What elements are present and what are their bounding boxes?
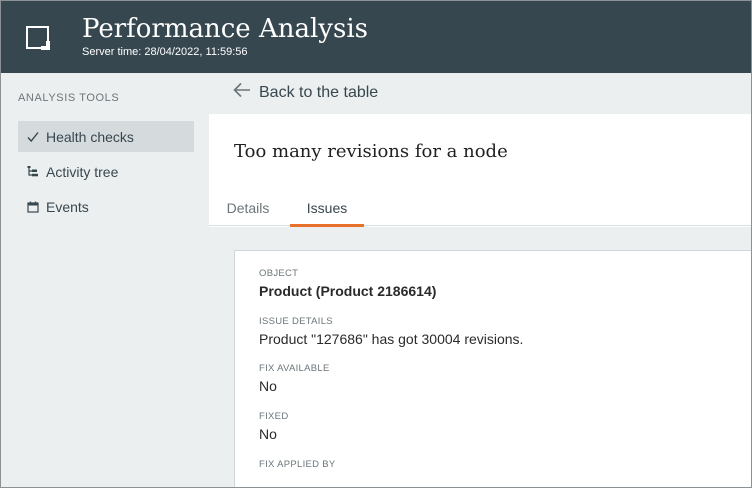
sidebar: ANALYSIS TOOLS Health checks Activity tr… [1,73,209,487]
sidebar-item-health-checks[interactable]: Health checks [18,121,194,152]
sidebar-item-activity-tree[interactable]: Activity tree [18,156,194,187]
page-title: Too many revisions for a node [234,141,508,162]
issue-details-value: Product "127686" has got 30004 revisions… [259,331,524,347]
tab-issues[interactable]: Issues [290,200,364,227]
app-header: Performance Analysis Server time: 28/04/… [1,1,751,73]
sidebar-item-label: Activity tree [46,163,119,180]
fixed-value: No [259,426,277,442]
tab-label: Issues [306,200,348,216]
sidebar-section-label: ANALYSIS TOOLS [18,92,120,104]
sidebar-item-label: Events [46,198,89,215]
tab-label: Details [226,200,270,216]
tab-details[interactable]: Details [226,200,270,226]
arrow-left-icon [233,82,251,103]
issue-details-label: ISSUE DETAILS [259,316,333,327]
server-time: Server time: 28/04/2022, 11:59:56 [82,46,248,58]
app-window: Performance Analysis Server time: 28/04/… [0,0,752,488]
issue-card: OBJECT Product (Product 2186614) ISSUE D… [234,250,751,487]
back-link-label: Back to the table [259,83,379,101]
back-to-table-link[interactable]: Back to the table [233,82,378,103]
tab-bar: Details Issues [209,200,751,227]
check-icon [22,129,44,145]
app-title: Performance Analysis [82,14,368,44]
fix-applied-by-label: FIX APPLIED BY [259,459,336,470]
fixed-label: FIXED [259,411,289,422]
sidebar-item-events[interactable]: Events [18,191,194,222]
fix-available-label: FIX AVAILABLE [259,363,330,374]
tree-icon [22,164,44,180]
back-bar: Back to the table [209,73,751,114]
main-content: Too many revisions for a node Details Is… [209,114,751,487]
calendar-icon [22,199,44,215]
fix-available-value: No [259,378,277,394]
window-square-icon[interactable] [25,25,50,50]
object-label: OBJECT [259,268,299,279]
sidebar-item-label: Health checks [46,128,134,145]
object-value: Product (Product 2186614) [259,283,437,299]
